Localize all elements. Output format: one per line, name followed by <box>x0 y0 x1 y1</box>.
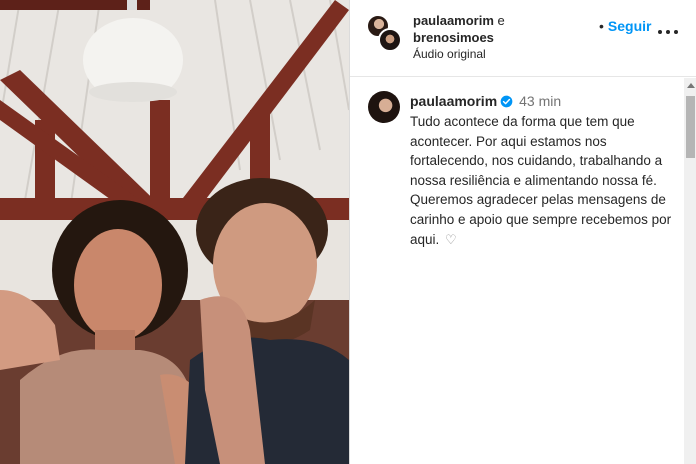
follow-label: Seguir <box>607 18 652 34</box>
heart-icon: ♡ <box>445 231 457 247</box>
photo-illustration <box>0 0 349 464</box>
collab-avatars[interactable] <box>366 14 406 56</box>
more-options-icon[interactable] <box>658 22 682 42</box>
avatar-brenosimoes[interactable] <box>378 28 402 52</box>
comment-text-block: Tudo acontece da forma que tem que acont… <box>410 112 672 249</box>
instagram-post: paulaamorim e brenosimoes Áudio original… <box>0 0 696 464</box>
username-link[interactable]: brenosimoes <box>413 30 494 45</box>
comment-avatar[interactable] <box>368 91 400 123</box>
scrollbar[interactable] <box>684 78 696 464</box>
post-panel: paulaamorim e brenosimoes Áudio original… <box>349 0 696 464</box>
collab-names: paulaamorim e brenosimoes <box>413 12 505 46</box>
follow-button[interactable]: • Seguir <box>599 18 651 34</box>
audio-label[interactable]: Áudio original <box>413 47 486 61</box>
follow-separator: • <box>599 18 604 34</box>
names-conjunction: e <box>497 13 505 28</box>
post-header: paulaamorim e brenosimoes Áudio original… <box>350 0 696 77</box>
post-photo[interactable] <box>0 0 349 464</box>
comment-time[interactable]: 43 min <box>519 93 561 109</box>
username-link[interactable]: paulaamorim <box>413 13 494 28</box>
comment-text: Tudo acontece da forma que tem que acont… <box>410 114 672 247</box>
comment-header: paulaamorim 43 min <box>410 92 561 112</box>
comment-username[interactable]: paulaamorim <box>410 93 497 109</box>
scrollbar-thumb[interactable] <box>686 96 695 158</box>
scroll-up-arrow-icon[interactable] <box>687 83 695 88</box>
verified-badge-icon <box>500 94 513 112</box>
